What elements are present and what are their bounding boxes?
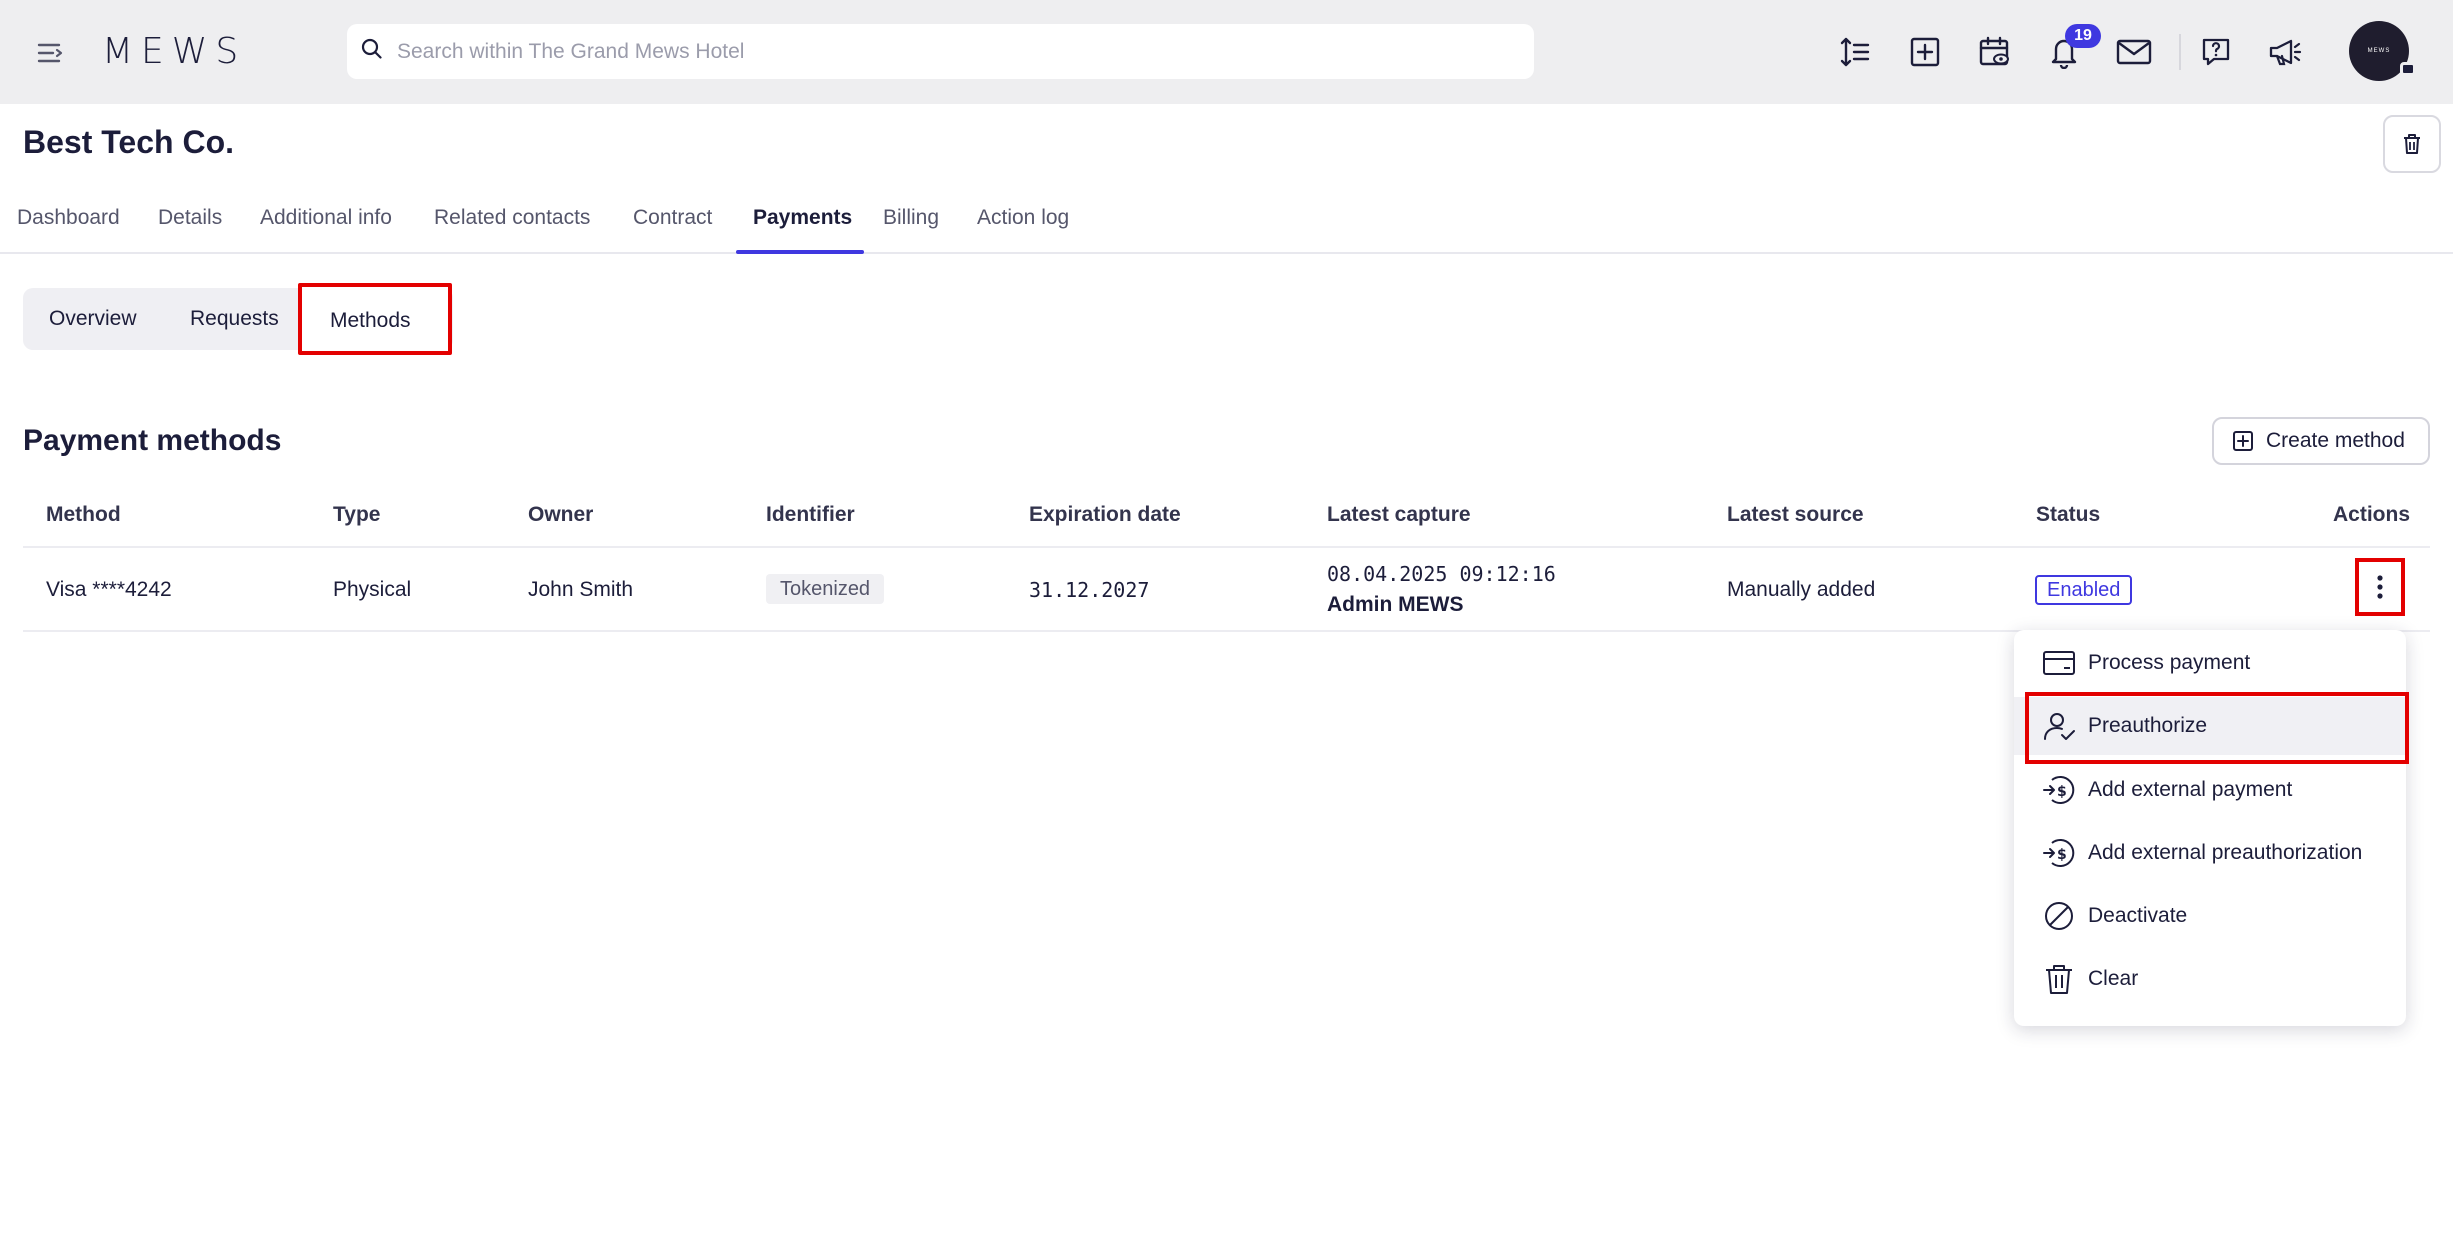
create-method-label: Create method bbox=[2266, 429, 2405, 452]
delete-button[interactable] bbox=[2383, 115, 2441, 173]
menu-item-deactivate[interactable]: Deactivate bbox=[2014, 887, 2406, 945]
add-square-icon[interactable] bbox=[1904, 31, 1946, 73]
mews-logo[interactable]: MEWS bbox=[102, 32, 246, 72]
col-header-latest-source: Latest source bbox=[1727, 503, 1864, 526]
subtab-methods[interactable]: Methods bbox=[330, 309, 411, 333]
search-input[interactable] bbox=[397, 39, 1497, 64]
trash-icon bbox=[2046, 965, 2072, 994]
tab-contract[interactable]: Contract bbox=[633, 206, 712, 230]
menu-item-process-payment[interactable]: Process payment bbox=[2014, 634, 2406, 692]
cell-owner: John Smith bbox=[528, 578, 634, 601]
cell-type: Physical bbox=[333, 578, 412, 601]
external-dollar-icon: $ bbox=[2043, 839, 2075, 867]
trash-icon bbox=[2404, 134, 2420, 154]
subtab-requests[interactable]: Requests bbox=[190, 307, 279, 331]
col-header-owner: Owner bbox=[528, 503, 594, 526]
menu-item-preauthorize[interactable]: Preauthorize bbox=[2014, 697, 2406, 755]
menu-item-label: Add external payment bbox=[2088, 778, 2293, 801]
card-icon bbox=[2043, 651, 2075, 675]
tab-related-contacts[interactable]: Related contacts bbox=[434, 206, 590, 230]
svg-text:$: $ bbox=[2057, 847, 2067, 863]
col-header-identifier: Identifier bbox=[766, 503, 855, 526]
create-method-button[interactable]: Create method bbox=[2212, 417, 2430, 465]
search-bar[interactable] bbox=[347, 24, 1534, 79]
cell-capture-time: 08.04.2025 09:12:16 bbox=[1327, 562, 1556, 586]
menu-item-label: Clear bbox=[2088, 967, 2139, 990]
menu-item-label: Deactivate bbox=[2088, 904, 2188, 927]
help-icon[interactable] bbox=[2195, 31, 2237, 73]
prohibit-icon bbox=[2045, 902, 2073, 930]
col-header-latest-capture: Latest capture bbox=[1327, 503, 1471, 526]
kebab-icon bbox=[2377, 575, 2383, 599]
user-check-icon bbox=[2044, 713, 2075, 740]
toolbar-divider bbox=[2179, 34, 2181, 70]
tab-billing[interactable]: Billing bbox=[883, 206, 939, 230]
megaphone-icon[interactable] bbox=[2264, 31, 2306, 73]
col-header-type: Type bbox=[333, 503, 381, 526]
cell-method: Visa ****4242 bbox=[46, 578, 172, 601]
row-actions-button[interactable] bbox=[2355, 558, 2405, 616]
menu-item-add-external-payment[interactable]: $ Add external payment bbox=[2014, 761, 2406, 819]
subtab-overview[interactable]: Overview bbox=[49, 307, 137, 331]
subtab-methods-highlight[interactable]: Methods bbox=[298, 283, 452, 355]
menu-item-label: Preauthorize bbox=[2088, 714, 2208, 737]
col-header-status: Status bbox=[2036, 503, 2101, 526]
top-bar: MEWS 19 MEWS bbox=[0, 0, 2453, 104]
menu-icon[interactable] bbox=[34, 36, 68, 70]
tab-details[interactable]: Details bbox=[158, 206, 222, 230]
tab-additional-info[interactable]: Additional info bbox=[260, 206, 392, 230]
main-tabs: Dashboard Details Additional info Relate… bbox=[0, 198, 2453, 254]
cell-identifier-chip: Tokenized bbox=[766, 574, 885, 604]
tab-action-log[interactable]: Action log bbox=[977, 206, 1069, 230]
mail-icon[interactable] bbox=[2113, 31, 2155, 73]
section-title: Payment methods bbox=[23, 424, 282, 457]
notifications-badge: 19 bbox=[2065, 24, 2101, 48]
cell-expiration: 31.12.2027 bbox=[1029, 578, 1150, 602]
avatar-text: MEWS bbox=[2367, 48, 2391, 54]
menu-item-label: Process payment bbox=[2088, 651, 2251, 674]
col-header-expiration: Expiration date bbox=[1029, 503, 1181, 526]
sort-lines-icon[interactable] bbox=[1834, 31, 1876, 73]
menu-item-clear[interactable]: Clear bbox=[2014, 950, 2406, 1008]
add-square-icon bbox=[2233, 431, 2253, 451]
page-title: Best Tech Co. bbox=[23, 124, 234, 160]
status-badge: Enabled bbox=[2035, 575, 2133, 605]
external-dollar-icon: $ bbox=[2043, 776, 2075, 804]
menu-item-label: Add external preauthorization bbox=[2088, 841, 2363, 864]
search-icon bbox=[361, 38, 383, 65]
avatar-status-icon bbox=[2400, 62, 2416, 76]
actions-menu: Process payment Preauthorize $ Add exter… bbox=[2014, 630, 2406, 1026]
calendar-eye-icon[interactable] bbox=[1974, 31, 2016, 73]
menu-item-add-external-preauthorization[interactable]: $ Add external preauthorization bbox=[2014, 824, 2406, 882]
cell-capture-user: Admin MEWS bbox=[1327, 593, 1464, 616]
tab-payments[interactable]: Payments bbox=[753, 206, 852, 230]
svg-text:$: $ bbox=[2057, 784, 2067, 800]
tab-dashboard[interactable]: Dashboard bbox=[17, 206, 120, 230]
cell-source: Manually added bbox=[1727, 578, 1876, 601]
active-tab-indicator bbox=[736, 250, 864, 254]
col-header-actions: Actions bbox=[2333, 503, 2411, 526]
col-header-method: Method bbox=[46, 503, 121, 526]
